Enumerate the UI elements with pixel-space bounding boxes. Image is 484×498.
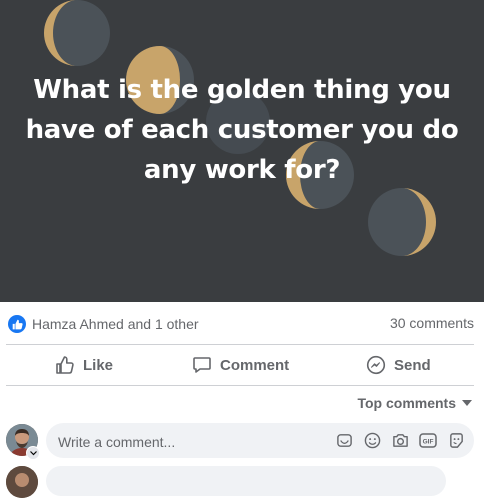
svg-text:GIF: GIF bbox=[423, 439, 434, 446]
sticker-icon[interactable] bbox=[334, 431, 354, 451]
headline-line: any work for? bbox=[143, 155, 341, 185]
thumbs-up-icon bbox=[56, 356, 74, 374]
comment-button[interactable]: Comment bbox=[192, 345, 289, 385]
post-headline: What is the golden thing you have of eac… bbox=[0, 70, 484, 190]
comments-count-link[interactable]: 30 comments bbox=[390, 314, 474, 332]
send-button[interactable]: Send bbox=[366, 345, 431, 385]
comment-bubble[interactable] bbox=[46, 466, 446, 496]
caret-down-icon bbox=[462, 400, 472, 406]
send-button-label: Send bbox=[394, 356, 431, 374]
comments-sort-label: Top comments bbox=[357, 395, 456, 411]
comment-bubble-icon bbox=[193, 357, 211, 373]
headline-line: have of each customer you do bbox=[25, 115, 459, 145]
comment-input[interactable] bbox=[56, 423, 330, 460]
avatar[interactable] bbox=[6, 466, 38, 498]
messenger-icon bbox=[366, 355, 386, 375]
reactors-link[interactable]: Hamza Ahmed and 1 other bbox=[32, 315, 199, 333]
composer-tools: GIF bbox=[334, 423, 466, 458]
avatar-sticker-icon[interactable] bbox=[446, 431, 466, 451]
like-thumb-icon[interactable] bbox=[8, 315, 26, 333]
like-button-label: Like bbox=[83, 356, 114, 374]
camera-icon[interactable] bbox=[390, 431, 410, 451]
headline-line: What is the golden thing you bbox=[33, 75, 451, 105]
post-image[interactable]: What is the golden thing you have of eac… bbox=[0, 0, 484, 302]
chevron-down-icon[interactable] bbox=[26, 446, 40, 460]
comment-button-label: Comment bbox=[220, 356, 290, 374]
gif-icon[interactable]: GIF bbox=[418, 431, 438, 451]
like-button[interactable]: Like bbox=[55, 345, 113, 385]
reactions-summary: Hamza Ahmed and 1 other 30 comments bbox=[0, 302, 484, 344]
divider bbox=[6, 385, 474, 386]
comments-sort-dropdown[interactable]: Top comments bbox=[357, 395, 472, 411]
emoji-icon[interactable] bbox=[362, 431, 382, 451]
comment-composer[interactable]: GIF bbox=[46, 423, 474, 460]
